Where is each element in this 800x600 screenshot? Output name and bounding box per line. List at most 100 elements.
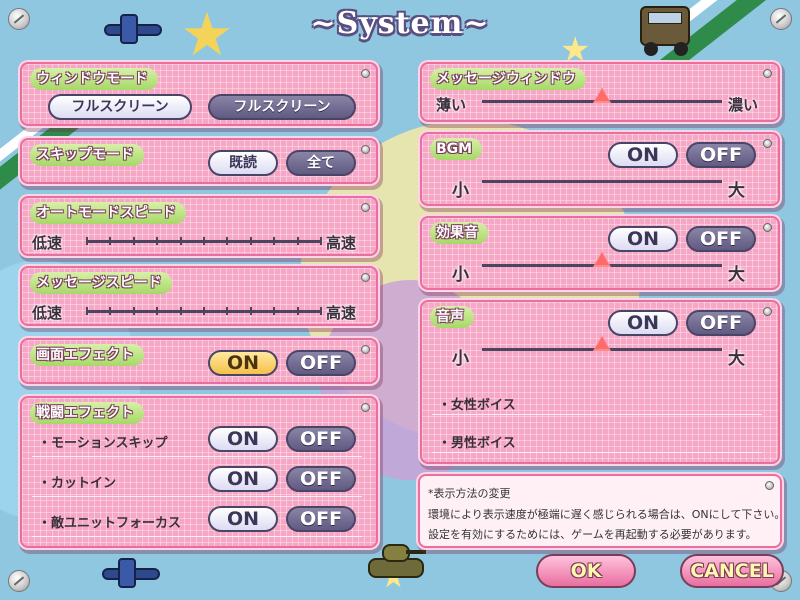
- window-mode-option-1[interactable]: フルスクリーン: [48, 94, 192, 120]
- sfx-label: 効果音: [430, 222, 488, 244]
- slider-tick: [133, 237, 135, 245]
- star-decoration: ★: [180, 0, 234, 70]
- screw-icon: [770, 8, 792, 30]
- slider-tick: [86, 237, 88, 245]
- voice-slider[interactable]: [482, 335, 722, 351]
- panel-screw-icon: [763, 223, 772, 232]
- bgm-min-label: 小: [452, 181, 469, 201]
- info-line-1: 環境により表示速度が極端に遅く感じられる場合は、ONにして下さい。: [428, 508, 786, 521]
- panel-screw-icon: [361, 69, 370, 78]
- slider-tick: [250, 307, 252, 315]
- auto-speed-max-label: 高速: [326, 234, 357, 252]
- sfx-off-button[interactable]: OFF: [686, 226, 756, 252]
- panel-screw-icon: [763, 307, 772, 316]
- truck-icon: [636, 2, 694, 56]
- window-mode-label: ウィンドウモード: [30, 68, 158, 90]
- slider-tick: [320, 307, 322, 315]
- panel-screw-icon: [765, 481, 774, 490]
- slider-tick: [250, 237, 252, 245]
- ok-button[interactable]: OK: [536, 554, 636, 588]
- message-speed-max-label: 高速: [326, 304, 357, 322]
- window-mode-panel: ウィンドウモード フルスクリーン フルスクリーン: [20, 62, 378, 126]
- sfx-max-label: 大: [728, 265, 745, 285]
- screen-effect-label: 画面エフェクト: [30, 344, 144, 366]
- message-window-slider-thumb[interactable]: [593, 87, 611, 103]
- info-box: *表示方法の変更 環境により表示速度が極端に遅く感じられる場合は、ONにして下さ…: [418, 474, 786, 548]
- sfx-slider[interactable]: [482, 251, 722, 267]
- slider-tick: [226, 237, 228, 245]
- bgm-on-button[interactable]: ON: [608, 142, 678, 168]
- auto-speed-min-label: 低速: [32, 234, 63, 252]
- skip-mode-all-button[interactable]: 全て: [286, 150, 356, 176]
- cut-in-on-button[interactable]: ON: [208, 466, 278, 492]
- sfx-panel: 効果音 ON OFF 小 大: [420, 216, 780, 290]
- motion-skip-label: ・モーションスキップ: [38, 436, 168, 451]
- female-voice-item[interactable]: ・女性ボイス: [438, 394, 516, 413]
- panel-screw-icon: [361, 403, 370, 412]
- sfx-on-button[interactable]: ON: [608, 226, 678, 252]
- voice-on-button[interactable]: ON: [608, 310, 678, 336]
- voice-slider-thumb[interactable]: [593, 335, 611, 351]
- battle-effect-label: 戦闘エフェクト: [30, 402, 144, 424]
- slider-tick: [180, 307, 182, 315]
- sfx-min-label: 小: [452, 265, 469, 285]
- airplane-icon: [96, 556, 166, 590]
- male-voice-item[interactable]: ・男性ボイス: [438, 432, 516, 451]
- panel-screw-icon: [361, 203, 370, 212]
- voice-min-label: 小: [452, 349, 469, 369]
- message-speed-slider[interactable]: [86, 307, 322, 315]
- row-divider: [432, 414, 762, 415]
- bgm-off-button[interactable]: OFF: [686, 142, 756, 168]
- slider-tick: [273, 307, 275, 315]
- panel-screw-icon: [763, 139, 772, 148]
- voice-off-button[interactable]: OFF: [686, 310, 756, 336]
- row-divider: [32, 536, 362, 537]
- airplane-icon: [98, 12, 168, 46]
- screen-effect-off-button[interactable]: OFF: [286, 350, 356, 376]
- skip-mode-read-button[interactable]: 既読: [208, 150, 278, 176]
- slider-tick: [203, 237, 205, 245]
- info-heading: *表示方法の変更: [428, 487, 511, 500]
- cut-in-off-button[interactable]: OFF: [286, 466, 356, 492]
- message-speed-panel: メッセージスピード 低速 高速: [20, 266, 378, 326]
- bgm-panel: BGM ON OFF 小 大: [420, 132, 780, 206]
- slider-tick: [180, 237, 182, 245]
- cancel-button[interactable]: CANCEL: [680, 554, 784, 588]
- screen-effect-on-button[interactable]: ON: [208, 350, 278, 376]
- message-window-min-label: 薄い: [436, 96, 467, 114]
- motion-skip-off-button[interactable]: OFF: [286, 426, 356, 452]
- bgm-slider[interactable]: [482, 180, 722, 183]
- message-window-slider[interactable]: [482, 87, 722, 103]
- slider-tick: [297, 237, 299, 245]
- voice-panel: 音声 ON OFF 小 大 ・女性ボイス ・男性ボイス: [420, 300, 780, 464]
- message-window-label: メッセージウィンドウ: [430, 68, 586, 90]
- slider-tick: [109, 307, 111, 315]
- battle-effect-panel: 戦闘エフェクト ・モーションスキップ ON OFF ・カットイン ON OFF …: [20, 396, 378, 548]
- row-divider: [32, 456, 362, 457]
- page-title: ~System~: [310, 6, 490, 41]
- window-mode-option-2[interactable]: フルスクリーン: [208, 94, 356, 120]
- auto-speed-label: オートモードスピード: [30, 202, 186, 224]
- enemy-focus-off-button[interactable]: OFF: [286, 506, 356, 532]
- sfx-slider-thumb[interactable]: [593, 251, 611, 267]
- slider-tick: [156, 237, 158, 245]
- skip-mode-panel: スキップモード 既読 全て: [20, 138, 378, 184]
- auto-speed-slider[interactable]: [86, 237, 322, 245]
- enemy-focus-label: ・敵ユニットフォーカス: [38, 516, 182, 531]
- skip-mode-label: スキップモード: [30, 144, 144, 166]
- panel-screw-icon: [361, 145, 370, 154]
- info-line-2: 設定を有効にするためには、ゲームを再起動する必要があります。: [428, 528, 757, 541]
- screw-icon: [8, 8, 30, 30]
- slider-tick: [273, 237, 275, 245]
- screw-icon: [8, 570, 30, 592]
- slider-tick: [133, 307, 135, 315]
- enemy-focus-on-button[interactable]: ON: [208, 506, 278, 532]
- slider-tick: [156, 307, 158, 315]
- motion-skip-on-button[interactable]: ON: [208, 426, 278, 452]
- screen-effect-panel: 画面エフェクト ON OFF: [20, 338, 378, 384]
- panel-screw-icon: [361, 273, 370, 282]
- cut-in-label: ・カットイン: [38, 476, 117, 491]
- slider-tick: [226, 307, 228, 315]
- bgm-label: BGM: [430, 138, 483, 160]
- slider-tick: [109, 237, 111, 245]
